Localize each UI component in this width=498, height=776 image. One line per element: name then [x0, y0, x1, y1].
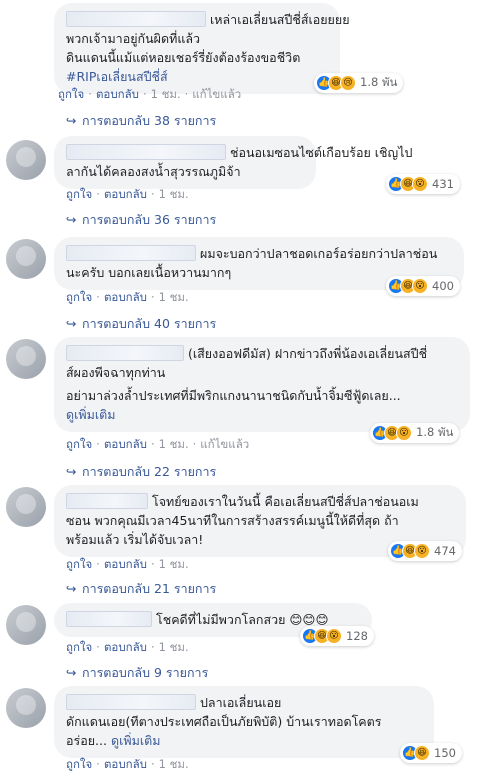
timestamp[interactable]: 1 ชม. — [159, 640, 189, 654]
hashtag-link[interactable]: #RIPเอเลี่ยนสปีชี่ส์ — [66, 67, 328, 86]
reply-arrow-icon: ↪ — [66, 113, 77, 128]
reply-arrow-icon: ↪ — [66, 316, 77, 331]
reaction-summary[interactable]: 👍 😆 😮 128 — [300, 626, 374, 646]
reaction-count: 1.8 พัน — [416, 425, 454, 439]
comment-text: ซอน พวกคุณมีเวลา45นาทีในการสร้างสรรค์เมน… — [66, 513, 399, 528]
commenter-name[interactable] — [66, 11, 206, 27]
like-link[interactable]: ถูกใจ — [66, 757, 92, 771]
comment-text: ช่อนอเมซอนไซต์เกือบร้อย เชิญไป — [230, 145, 413, 160]
avatar[interactable] — [6, 688, 46, 728]
comment-text: (เสียงออฟดีมัส) ฝากข่าวถึงพี่น้องเอเลี่ย… — [188, 346, 428, 361]
like-link[interactable]: ถูกใจ — [66, 557, 92, 571]
reaction-count: 1.8 พัน — [360, 75, 398, 89]
avatar[interactable] — [6, 239, 46, 279]
like-link[interactable]: ถูกใจ — [66, 187, 92, 201]
reaction-count: 150 — [434, 746, 456, 760]
view-replies-link[interactable]: ↪ การตอบกลับ 40 รายการ — [66, 314, 216, 334]
comment-text: โจทย์ของเราในวันนี้ คือเอเลี่ยนสปีชี่ส์ป… — [152, 494, 419, 509]
avatar[interactable] — [6, 339, 46, 379]
like-link[interactable]: ถูกใจ — [58, 87, 84, 101]
see-more-link[interactable]: ดูเพิ่มเติม — [111, 733, 161, 748]
timestamp[interactable]: 1 ชม. — [151, 87, 181, 101]
comment-text: เหล่าเอเลี่ยนสปีชี่ส์เอยยยย — [210, 12, 350, 27]
reaction-summary[interactable]: 👍 😆 😮 400 — [386, 276, 460, 296]
commenter-name[interactable] — [66, 345, 184, 361]
reply-link[interactable]: ตอบกลับ — [104, 640, 147, 654]
reply-link[interactable]: ตอบกลับ — [104, 290, 147, 304]
view-replies-link[interactable]: ↪ การตอบกลับ 36 รายการ — [66, 210, 216, 230]
timestamp[interactable]: 1 ชม. — [159, 757, 189, 771]
comment-text: ปลาเอเลี่ยนเอย — [200, 695, 282, 710]
wow-icon: 😮 — [396, 425, 412, 441]
reaction-count: 128 — [346, 629, 368, 643]
reply-link[interactable]: ตอบกลับ — [96, 87, 139, 101]
comment-actions: ถูกใจ · ตอบกลับ · 1 ชม. · แก้ไขแล้ว — [58, 87, 242, 101]
reaction-summary[interactable]: 👍 😆 150 — [400, 743, 462, 763]
sad-icon: 😢 — [340, 75, 356, 91]
reply-link[interactable]: ตอบกลับ — [104, 187, 147, 201]
commenter-name[interactable] — [66, 245, 196, 261]
like-link[interactable]: ถูกใจ — [66, 290, 92, 304]
timestamp[interactable]: 1 ชม. — [159, 187, 189, 201]
reply-arrow-icon: ↪ — [66, 665, 77, 680]
like-link[interactable]: ถูกใจ — [66, 640, 92, 654]
avatar[interactable] — [6, 487, 46, 527]
reaction-summary[interactable]: 👍 😆 😮 1.8 พัน — [370, 423, 460, 443]
reply-link[interactable]: ตอบกลับ — [104, 557, 147, 571]
reply-arrow-icon: ↪ — [66, 212, 77, 227]
comment-actions: ถูกใจ · ตอบกลับ · 1 ชม. — [66, 290, 189, 304]
wow-icon: 😮 — [412, 176, 428, 192]
comment-text: ผมจะบอกว่าปลาชอดเกอร์อร่อยกว่าปลาช่อน — [200, 246, 438, 261]
avatar[interactable] — [6, 605, 46, 645]
reaction-summary[interactable]: 👍 😆 😢 1.8 พัน — [314, 73, 404, 93]
comment-text: โชคดีที่ไม่มีพวกโลกสวย 😊😊😊 — [156, 612, 329, 627]
edited-label[interactable]: แก้ไขแล้ว — [192, 87, 241, 101]
view-replies-link[interactable]: ↪ การตอบกลับ 38 รายการ — [66, 111, 216, 131]
see-more-link[interactable]: ดูเพิ่มเติม — [66, 405, 458, 424]
comment-actions: ถูกใจ · ตอบกลับ · 1 ชม. · แก้ไขแล้ว — [66, 437, 250, 451]
comment-bubble: เหล่าเอเลี่ยนสปีชี่ส์เอยยยย พวกเจ้ามาอยู… — [54, 3, 350, 94]
reaction-count: 474 — [434, 544, 456, 558]
reaction-count: 400 — [432, 279, 454, 293]
avatar[interactable] — [6, 140, 46, 180]
reply-arrow-icon: ↪ — [66, 464, 77, 479]
comment-actions: ถูกใจ · ตอบกลับ · 1 ชม. — [66, 640, 189, 654]
comment-text: พวกเจ้ามาอยู่กันผิดที่แล้ว — [66, 31, 201, 46]
wow-icon: 😮 — [414, 543, 430, 559]
commenter-name[interactable] — [66, 144, 226, 160]
reply-arrow-icon: ↪ — [66, 581, 77, 596]
comment-actions: ถูกใจ · ตอบกลับ · 1 ชม. — [66, 557, 189, 571]
timestamp[interactable]: 1 ชม. — [159, 290, 189, 304]
comment-bubble: (เสียงออฟดีมัส) ฝากข่าวถึงพี่น้องเอเลี่ย… — [54, 337, 470, 432]
reply-link[interactable]: ตอบกลับ — [104, 437, 147, 451]
reaction-summary[interactable]: 👍 😆 😮 474 — [388, 541, 462, 561]
commenter-name[interactable] — [66, 694, 196, 710]
timestamp[interactable]: 1 ชม. — [159, 557, 189, 571]
wow-icon: 😮 — [326, 628, 342, 644]
timestamp[interactable]: 1 ชม. — [159, 437, 189, 451]
comment-text: ลากันได้คลองสงน้ำสุวรรณภูมิจ้า — [66, 164, 241, 179]
comment-actions: ถูกใจ · ตอบกลับ · 1 ชม. — [66, 757, 189, 771]
comment-actions: ถูกใจ · ตอบกลับ · 1 ชม. — [66, 187, 189, 201]
haha-icon: 😆 — [414, 745, 430, 761]
like-link[interactable]: ถูกใจ — [66, 437, 92, 451]
comment-text: ดินแดนนี้แม้แต่หอยเชอร์รี่ยังต้องร้องขอช… — [66, 50, 301, 65]
reaction-summary[interactable]: 👍 😆 😮 431 — [386, 174, 460, 194]
comment-bubble: ช่อนอเมซอนไซต์เกือบร้อย เชิญไป ลากันได้ค… — [54, 136, 412, 189]
comment-text: ส์ผองพีจฉาทุกท่าน — [66, 365, 166, 380]
commenter-name[interactable] — [66, 493, 148, 509]
comment-text: อร่อย... — [66, 733, 107, 748]
commenter-name[interactable] — [66, 611, 152, 627]
reaction-count: 431 — [432, 177, 454, 191]
comment-text: ดักแดนเอย(ทีตางประเทศถือเป็นภัยพิบัติ) บ… — [66, 714, 382, 729]
view-replies-link[interactable]: ↪ การตอบกลับ 21 รายการ — [66, 579, 216, 599]
comment-bubble: ปลาเอเลี่ยนเอย ดักแดนเอย(ทีตางประเทศถือเ… — [54, 686, 434, 758]
view-replies-link[interactable]: ↪ การตอบกลับ 9 รายการ — [66, 663, 208, 683]
edited-label[interactable]: แก้ไขแล้ว — [200, 437, 249, 451]
comment-text: อย่ามาล่วงล้ำประเทศที่มีพริกแกงนานาชนิดก… — [66, 388, 401, 403]
wow-icon: 😮 — [412, 278, 428, 294]
reply-link[interactable]: ตอบกลับ — [104, 757, 147, 771]
view-replies-link[interactable]: ↪ การตอบกลับ 22 รายการ — [66, 462, 216, 482]
